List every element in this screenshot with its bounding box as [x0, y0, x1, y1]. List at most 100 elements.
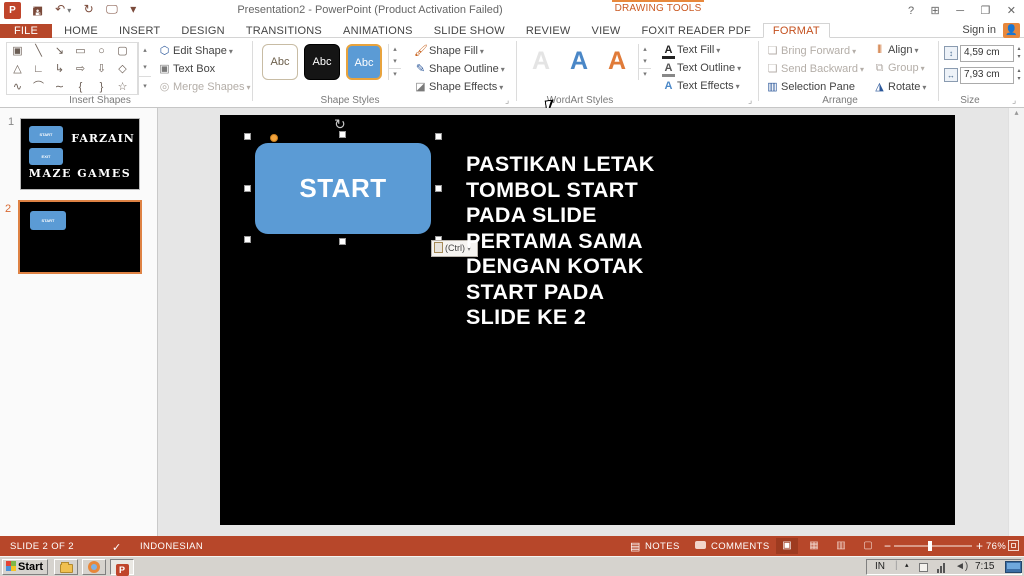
- adjust-handle[interactable]: [270, 134, 278, 142]
- view-slideshow-button[interactable]: ▢: [857, 538, 879, 554]
- tab-animations[interactable]: ANIMATIONS: [334, 24, 422, 39]
- slide-2-thumbnail-selected[interactable]: START: [18, 200, 142, 274]
- sign-in-link[interactable]: Sign in: [962, 24, 996, 36]
- wordart-more[interactable]: ▾: [638, 68, 651, 80]
- shape-rectangle-icon[interactable]: ▭: [70, 43, 91, 60]
- rotate-button[interactable]: ◮Rotate▾: [873, 80, 926, 93]
- text-box-button[interactable]: ▣Text Box: [158, 62, 215, 75]
- shape-right-brace-icon[interactable]: }: [91, 79, 112, 96]
- slide-1-thumbnail[interactable]: START EXIT FARZAIN MAZE GAMES: [20, 118, 140, 190]
- close-button[interactable]: ✕: [1001, 2, 1022, 19]
- wordart-chip-3[interactable]: A: [600, 43, 634, 79]
- wordart-chip-2[interactable]: A: [562, 43, 596, 79]
- size-dialog-launcher[interactable]: ⌟: [1012, 95, 1016, 106]
- tab-file[interactable]: FILE: [0, 24, 52, 39]
- language-indicator[interactable]: INDONESIAN: [140, 541, 203, 552]
- wordart-scroll-down[interactable]: ▾: [638, 56, 651, 68]
- tab-view[interactable]: VIEW: [583, 24, 630, 39]
- taskbar-powerpoint-button[interactable]: P: [110, 559, 134, 575]
- shape-effects-button[interactable]: ◪Shape Effects▾: [414, 80, 503, 93]
- zoom-in-button[interactable]: +: [976, 539, 983, 553]
- tab-format[interactable]: FORMAT: [763, 23, 830, 38]
- shape-arrow-icon[interactable]: ↘: [49, 43, 70, 60]
- vertical-scrollbar[interactable]: ▴: [1008, 108, 1024, 536]
- shape-style-chip-1[interactable]: Abc: [262, 44, 298, 80]
- shape-style-chip-2[interactable]: Abc: [304, 44, 340, 80]
- shape-fill-button[interactable]: 🖌Shape Fill▾: [414, 44, 484, 57]
- fit-slide-button[interactable]: [1008, 540, 1019, 551]
- shape-triangle-icon[interactable]: △: [7, 61, 28, 78]
- merge-shapes-button[interactable]: ◎Merge Shapes▾: [158, 80, 251, 93]
- start-shape[interactable]: START: [255, 143, 431, 234]
- shape-star-icon[interactable]: ☆: [112, 79, 133, 96]
- rotation-handle[interactable]: ↻: [334, 116, 346, 133]
- zoom-slider-thumb[interactable]: [928, 541, 932, 551]
- scrollbar-up-icon[interactable]: ▴: [1014, 108, 1018, 117]
- wordart-scroll-up[interactable]: ▴: [638, 44, 651, 56]
- shapes-gallery-more[interactable]: ▾: [138, 76, 151, 95]
- shape-left-brace-icon[interactable]: {: [70, 79, 91, 96]
- tab-home[interactable]: HOME: [55, 24, 107, 39]
- send-backward-button[interactable]: ❏Send Backward▾: [766, 62, 864, 75]
- shape-down-arrow-icon[interactable]: ⇩: [91, 61, 112, 78]
- shape-styles-scroll-down[interactable]: ▾: [388, 56, 401, 68]
- text-outline-button[interactable]: AText Outline▾: [662, 62, 741, 77]
- shape-style-chip-3-selected[interactable]: Abc: [346, 44, 382, 80]
- taskbar-explorer-button[interactable]: [54, 559, 78, 575]
- shape-textbox-icon[interactable]: ▣: [7, 43, 28, 60]
- tab-design[interactable]: DESIGN: [172, 24, 233, 39]
- wordart-chip-1[interactable]: A: [524, 43, 558, 79]
- handle-mid-right[interactable]: [435, 185, 442, 192]
- zoom-out-button[interactable]: −: [884, 539, 891, 553]
- handle-top-right[interactable]: [435, 133, 442, 140]
- shape-width-input[interactable]: 7,93 cm: [960, 67, 1014, 84]
- annotation-text-block[interactable]: PASTIKAN LETAK TOMBOL START PADA SLIDE P…: [466, 152, 655, 331]
- handle-top-left[interactable]: [244, 133, 251, 140]
- tray-clock[interactable]: 7:15: [975, 561, 994, 572]
- handle-bottom-center[interactable]: [339, 238, 346, 245]
- account-avatar-icon[interactable]: 👤: [1003, 23, 1020, 38]
- shape-polygon-icon[interactable]: ◇: [112, 61, 133, 78]
- shape-right-arrow-icon[interactable]: ⇨: [70, 61, 91, 78]
- tab-review[interactable]: REVIEW: [517, 24, 580, 39]
- selection-pane-button[interactable]: ▥Selection Pane: [766, 80, 855, 93]
- zoom-level[interactable]: 76%: [986, 541, 1006, 552]
- tray-device-icon[interactable]: [919, 563, 928, 572]
- tab-transitions[interactable]: TRANSITIONS: [237, 24, 331, 39]
- bring-forward-button[interactable]: ❏Bring Forward▾: [766, 44, 856, 57]
- shape-curve-icon[interactable]: ∼: [49, 79, 70, 96]
- shape-line-icon[interactable]: ╲: [28, 43, 49, 60]
- shape-elbow-arrow-icon[interactable]: ↳: [49, 61, 70, 78]
- tab-foxit-reader-pdf[interactable]: FOXIT READER PDF: [633, 24, 760, 39]
- shape-height-input[interactable]: 4,59 cm: [960, 45, 1014, 62]
- handle-mid-left[interactable]: [244, 185, 251, 192]
- view-slide-sorter-button[interactable]: ▦: [803, 538, 825, 554]
- width-stepper[interactable]: ▴▾: [1013, 67, 1024, 84]
- shapes-scroll-up[interactable]: ▴: [138, 42, 151, 59]
- shape-styles-scroll-up[interactable]: ▴: [388, 44, 401, 56]
- taskbar-browser-button[interactable]: [82, 559, 106, 575]
- handle-bottom-left[interactable]: [244, 236, 251, 243]
- tray-desktop-icon[interactable]: [1005, 561, 1022, 573]
- shape-outline-button[interactable]: ✎Shape Outline▾: [414, 62, 505, 75]
- tray-network-icon[interactable]: [937, 562, 946, 573]
- group-button[interactable]: ⧉Group▾: [873, 62, 925, 75]
- shape-elbow-icon[interactable]: ∟: [28, 61, 49, 78]
- view-normal-button[interactable]: ▣: [776, 538, 798, 554]
- shapes-scroll-down[interactable]: ▾: [138, 59, 151, 76]
- tab-slide-show[interactable]: SLIDE SHOW: [425, 24, 514, 39]
- shape-arc-icon[interactable]: ⌒: [28, 79, 49, 96]
- height-stepper[interactable]: ▴▾: [1013, 45, 1024, 62]
- tray-language-indicator[interactable]: IN: [875, 561, 885, 572]
- shapes-gallery[interactable]: ▣╲↘▭○▢ △∟↳⇨⇩◇ ∿⌒∼{}☆: [6, 42, 138, 95]
- text-effects-button[interactable]: AText Effects▾: [662, 80, 740, 92]
- slide-canvas[interactable]: START ↻ (Ctrl)▾ PASTIKAN LETAK TOMBOL ST…: [220, 115, 955, 525]
- align-button[interactable]: ⫴Align▾: [873, 44, 918, 57]
- wordart-styles-dialog-launcher[interactable]: ⌟: [748, 95, 752, 106]
- shape-styles-more[interactable]: ▾: [388, 68, 401, 80]
- notes-button[interactable]: NOTES: [645, 541, 680, 552]
- minimize-button[interactable]: ─: [950, 3, 970, 19]
- shape-scribble-icon[interactable]: ∿: [7, 79, 28, 96]
- start-button[interactable]: Start: [2, 559, 48, 575]
- text-fill-button[interactable]: AText Fill▾: [662, 44, 720, 59]
